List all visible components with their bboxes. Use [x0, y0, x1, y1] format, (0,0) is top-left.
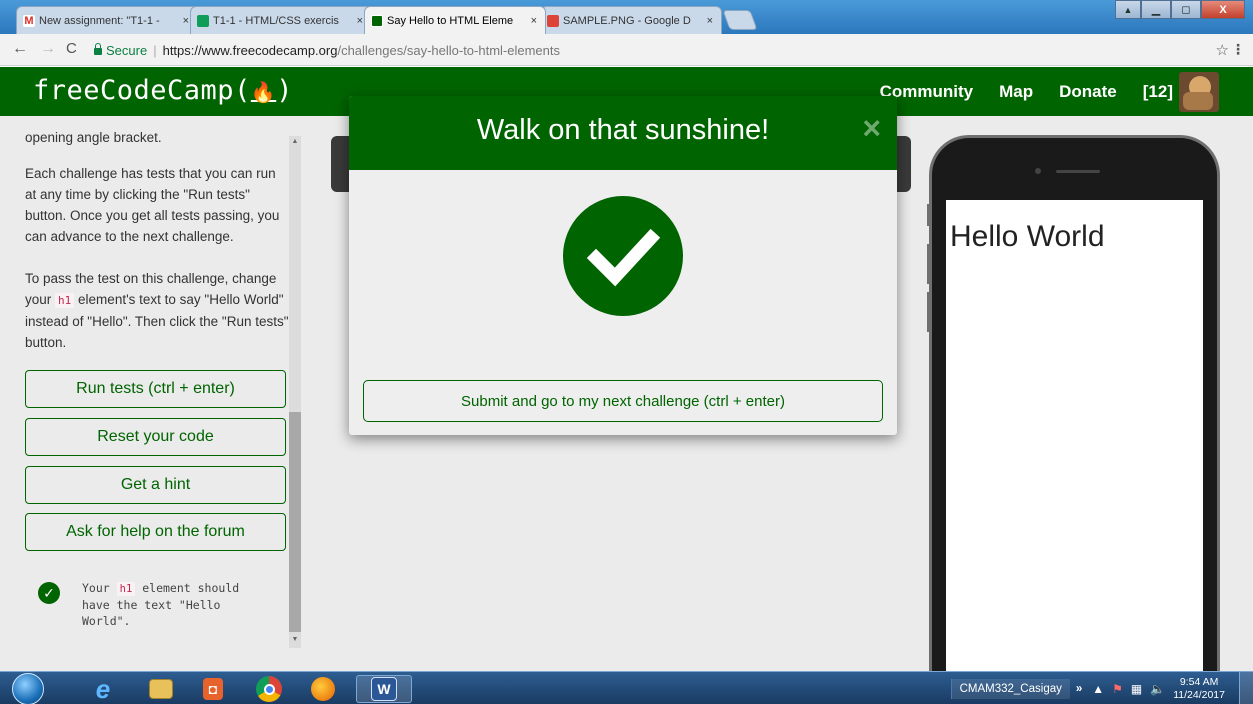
- fcc-logo[interactable]: freeCodeCamp(🔥): [33, 75, 293, 106]
- browser-tab-strip: M New assignment: "T1-1 - × T1-1 - HTML/…: [0, 0, 1253, 34]
- success-modal: Walk on that sunshine! × Submit and go t…: [349, 96, 897, 435]
- sidebar-scrollbar-thumb[interactable]: [289, 412, 301, 632]
- close-window-button[interactable]: X: [1201, 0, 1245, 19]
- instruction-line: opening angle bracket.: [25, 130, 162, 145]
- show-desktop-button[interactable]: [1239, 672, 1253, 704]
- freecodecamp-icon: [371, 15, 383, 27]
- window-controls: ▲ ▁ ◻ X: [1115, 0, 1245, 19]
- get-hint-button[interactable]: Get a hint: [25, 466, 286, 504]
- address-separator: |: [153, 42, 157, 58]
- phone-preview-frame: Hello World: [929, 135, 1220, 680]
- phone-side-button: [927, 204, 930, 226]
- windows-taskbar: e ◘ W CMAM332_Casigay » ▲ ⚑ ▦ 🔈 9:54 AM …: [0, 671, 1253, 704]
- code-snippet: h1: [116, 582, 136, 596]
- chevron-icon[interactable]: »: [1076, 683, 1082, 695]
- file-explorer-icon[interactable]: [138, 675, 184, 703]
- nav-links: Community Map Donate [12]: [880, 82, 1173, 102]
- test-pass-check-icon: ✓: [38, 582, 60, 604]
- scroll-down-icon[interactable]: ▼: [289, 636, 301, 643]
- nav-points[interactable]: [12]: [1143, 82, 1173, 102]
- submit-next-challenge-button[interactable]: Submit and go to my next challenge (ctrl…: [363, 380, 883, 422]
- system-tray: CMAM332_Casigay » ▲ ⚑ ▦ 🔈 9:54 AM 11/24/…: [950, 672, 1253, 704]
- tab-close-icon[interactable]: ×: [531, 15, 537, 27]
- address-bar[interactable]: Secure | https://www.freecodecamp.org /c…: [94, 39, 1219, 61]
- reset-code-button[interactable]: Reset your code: [25, 418, 286, 456]
- secure-indicator[interactable]: Secure: [94, 43, 147, 58]
- clock-time: 9:54 AM: [1179, 675, 1219, 688]
- logo-text-end: ): [276, 75, 293, 106]
- tab-freecodecamp[interactable]: Say Hello to HTML Eleme ×: [364, 6, 546, 34]
- google-drive-image-icon: [547, 15, 559, 27]
- avatar[interactable]: [1179, 72, 1219, 112]
- instruction-paragraph: To pass the test on this challenge, chan…: [25, 268, 290, 353]
- back-icon[interactable]: ←: [12, 40, 28, 58]
- lock-icon: [94, 43, 102, 55]
- close-icon[interactable]: ×: [862, 112, 881, 144]
- scroll-up-icon[interactable]: ▲: [289, 138, 301, 145]
- url-path: /challenges/say-hello-to-html-elements: [337, 42, 560, 58]
- modal-header: Walk on that sunshine! ×: [349, 96, 897, 170]
- preview-screen: Hello World: [946, 200, 1203, 680]
- nav-map[interactable]: Map: [999, 82, 1033, 102]
- firefox-icon[interactable]: [300, 675, 346, 703]
- maximize-button[interactable]: ◻: [1171, 0, 1201, 19]
- gmail-icon: M: [23, 15, 35, 27]
- secure-label: Secure: [106, 42, 148, 58]
- action-center-flag-icon[interactable]: ⚑: [1112, 682, 1123, 696]
- tab-gmail[interactable]: M New assignment: "T1-1 - ×: [16, 6, 198, 34]
- browser-toolbar: ← → C Secure | https://www.freecodecamp.…: [0, 34, 1253, 66]
- test-text: Your: [82, 581, 110, 595]
- restore-icon[interactable]: ▲: [1115, 0, 1141, 19]
- test-description: Your h1 element should have the text "He…: [82, 580, 262, 629]
- tab-close-icon[interactable]: ×: [183, 15, 189, 27]
- url-host: https://www.freecodecamp.org: [162, 42, 338, 58]
- phone-side-button: [927, 292, 930, 332]
- ask-forum-button[interactable]: Ask for help on the forum: [25, 513, 286, 551]
- preview-heading: Hello World: [950, 220, 1105, 253]
- start-button-icon[interactable]: [12, 673, 44, 704]
- run-tests-button[interactable]: Run tests (ctrl + enter): [25, 370, 286, 408]
- phone-camera: [1035, 168, 1041, 174]
- instructions-panel: opening angle bracket. Each challenge ha…: [0, 116, 301, 671]
- reload-icon[interactable]: C: [66, 40, 77, 57]
- tab-close-icon[interactable]: ×: [357, 15, 363, 27]
- instruction-paragraph: Each challenge has tests that you can ru…: [25, 166, 280, 244]
- bookmark-star-icon[interactable]: ☆: [1216, 41, 1229, 59]
- logo-text: freeCodeCamp(: [33, 75, 251, 106]
- browser-menu-icon[interactable]: ⋮: [1231, 41, 1245, 58]
- flame-icon: 🔥: [250, 80, 277, 104]
- clock-date: 11/24/2017: [1173, 688, 1225, 701]
- nav-donate[interactable]: Donate: [1059, 82, 1117, 102]
- phone-side-button: [927, 244, 930, 284]
- word-icon[interactable]: W: [356, 675, 412, 703]
- tab-title: Say Hello to HTML Eleme: [387, 14, 514, 27]
- success-check-icon: [563, 196, 683, 316]
- forward-icon[interactable]: →: [40, 40, 56, 58]
- tab-classroom[interactable]: T1-1 - HTML/CSS exercis ×: [190, 6, 372, 34]
- tab-title: New assignment: "T1-1 -: [39, 14, 160, 27]
- minimize-button[interactable]: ▁: [1141, 0, 1171, 19]
- volume-icon[interactable]: 🔈: [1150, 682, 1165, 696]
- new-tab-button[interactable]: [722, 10, 758, 30]
- clock[interactable]: 9:54 AM 11/24/2017: [1173, 676, 1225, 702]
- network-icon[interactable]: ▦: [1131, 682, 1142, 696]
- tab-google-drive[interactable]: SAMPLE.PNG - Google D ×: [540, 6, 722, 34]
- phone-speaker: [1056, 170, 1100, 173]
- tab-title: T1-1 - HTML/CSS exercis: [213, 14, 339, 27]
- modal-title: Walk on that sunshine!: [476, 114, 770, 146]
- show-hidden-icons-icon[interactable]: ▲: [1092, 682, 1104, 696]
- instructions-text: opening angle bracket. Each challenge ha…: [25, 130, 290, 374]
- tab-close-icon[interactable]: ×: [707, 15, 713, 27]
- code-snippet: h1: [55, 293, 75, 308]
- chrome-icon[interactable]: [246, 675, 292, 703]
- tab-title: SAMPLE.PNG - Google D: [563, 14, 691, 27]
- internet-explorer-icon[interactable]: e: [80, 674, 126, 704]
- tray-icons: ▲ ⚑ ▦ 🔈: [1092, 682, 1165, 696]
- media-player-icon[interactable]: ◘: [190, 675, 236, 703]
- classroom-icon: [197, 15, 209, 27]
- taskbar-user-label[interactable]: CMAM332_Casigay: [950, 678, 1070, 699]
